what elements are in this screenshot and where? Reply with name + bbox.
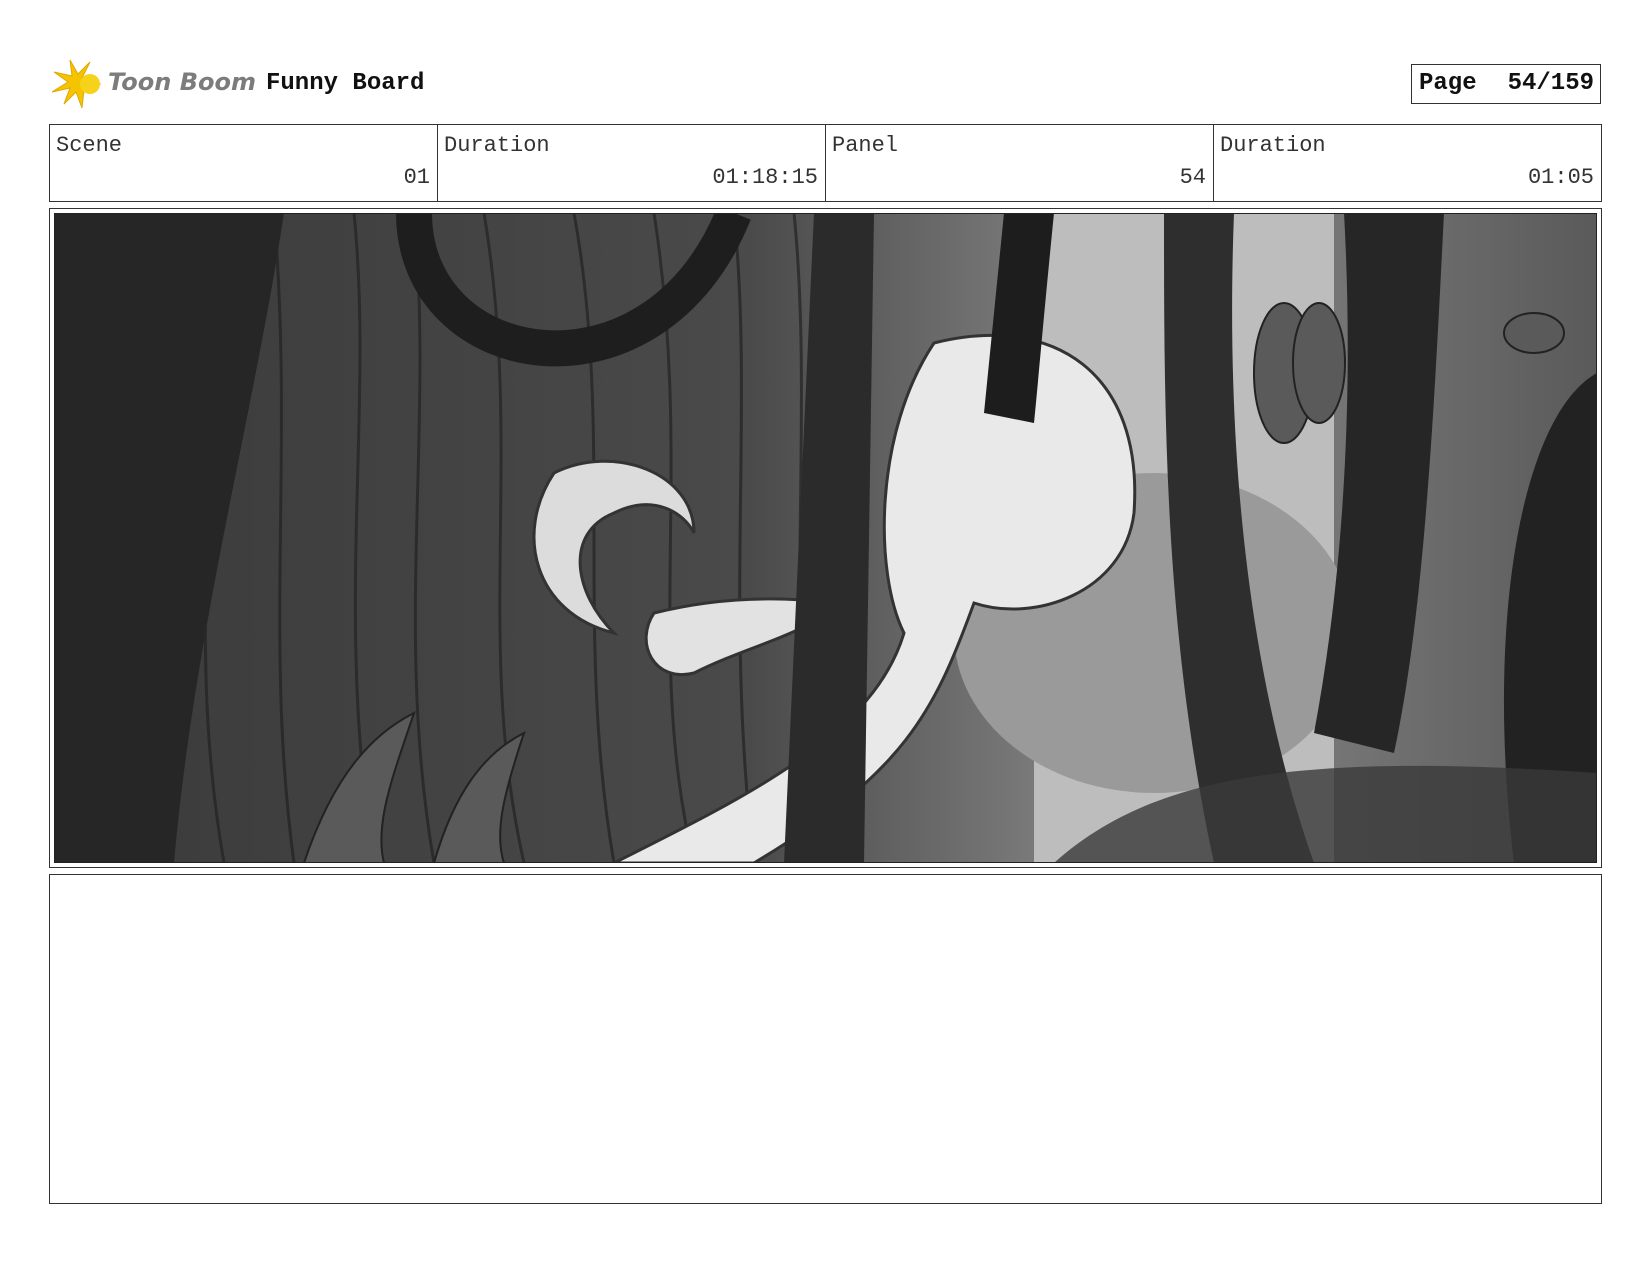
panel-cell: Panel 54: [826, 125, 1214, 201]
scene-duration-cell: Duration 01:18:15: [438, 125, 826, 201]
panel-label: Panel: [832, 133, 899, 158]
scene-label: Scene: [56, 133, 123, 158]
scene-duration-value: 01:18:15: [712, 165, 818, 190]
starburst-icon: [52, 59, 102, 109]
page-value: 54/159: [1507, 70, 1594, 97]
jungle-sketch-panel: [54, 213, 1597, 863]
scene-cell: Scene 01: [50, 125, 438, 201]
panel-info-row: Scene 01 Duration 01:18:15 Panel 54 Dura…: [49, 124, 1602, 202]
logo-text: Toon Boom: [108, 68, 256, 96]
panel-duration-label: Duration: [1220, 133, 1326, 158]
panel-value: 54: [1179, 165, 1206, 190]
scene-value: 01: [403, 165, 430, 190]
board-title: Funny Board: [266, 70, 425, 97]
toon-boom-logo: Toon Boom: [52, 58, 256, 110]
page-indicator: Page 54/159: [1411, 64, 1601, 104]
scene-duration-label: Duration: [444, 133, 550, 158]
panel-duration-cell: Duration 01:05: [1214, 125, 1601, 201]
panel-duration-value: 01:05: [1527, 165, 1594, 190]
panel-notes-area: [49, 874, 1602, 1204]
panel-image-frame: [49, 208, 1602, 868]
page-label: Page: [1419, 70, 1477, 97]
